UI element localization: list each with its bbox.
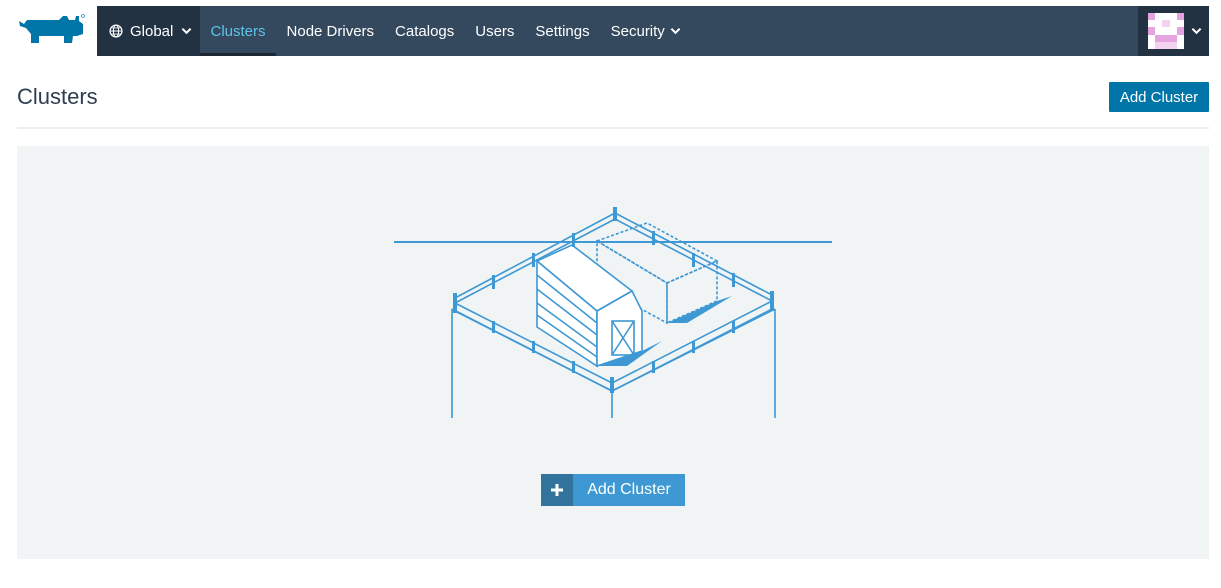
chevron-down-icon xyxy=(1191,27,1202,35)
add-cluster-empty-button[interactable]: Add Cluster xyxy=(541,474,685,506)
top-header: Global Clusters Node Drivers Catalogs Us… xyxy=(0,0,1221,62)
main-navbar: Global Clusters Node Drivers Catalogs Us… xyxy=(97,6,1209,56)
add-cluster-button[interactable]: Add Cluster xyxy=(1109,82,1209,112)
nav-menu: Clusters Node Drivers Catalogs Users Set… xyxy=(200,6,691,56)
identicon-avatar-icon xyxy=(1148,13,1184,49)
nav-settings[interactable]: Settings xyxy=(525,6,600,56)
empty-state-panel: Add Cluster xyxy=(17,146,1209,559)
nav-clusters[interactable]: Clusters xyxy=(200,6,277,56)
chevron-down-icon xyxy=(182,27,192,35)
rancher-logo-icon[interactable] xyxy=(17,12,87,48)
globe-icon xyxy=(109,24,123,38)
nav-node-drivers[interactable]: Node Drivers xyxy=(276,6,385,56)
nav-users[interactable]: Users xyxy=(465,6,525,56)
user-menu[interactable] xyxy=(1138,6,1209,56)
header-divider xyxy=(17,127,1209,129)
nav-security[interactable]: Security xyxy=(600,6,691,56)
nav-catalogs[interactable]: Catalogs xyxy=(385,6,465,56)
add-cluster-empty-label: Add Cluster xyxy=(587,481,671,498)
page-title: Clusters xyxy=(17,84,98,109)
barn-farm-illustration-icon xyxy=(394,207,832,418)
scope-label: Global xyxy=(130,22,174,40)
chevron-down-icon xyxy=(670,27,681,35)
scope-selector[interactable]: Global xyxy=(97,6,200,56)
plus-icon xyxy=(541,474,573,506)
